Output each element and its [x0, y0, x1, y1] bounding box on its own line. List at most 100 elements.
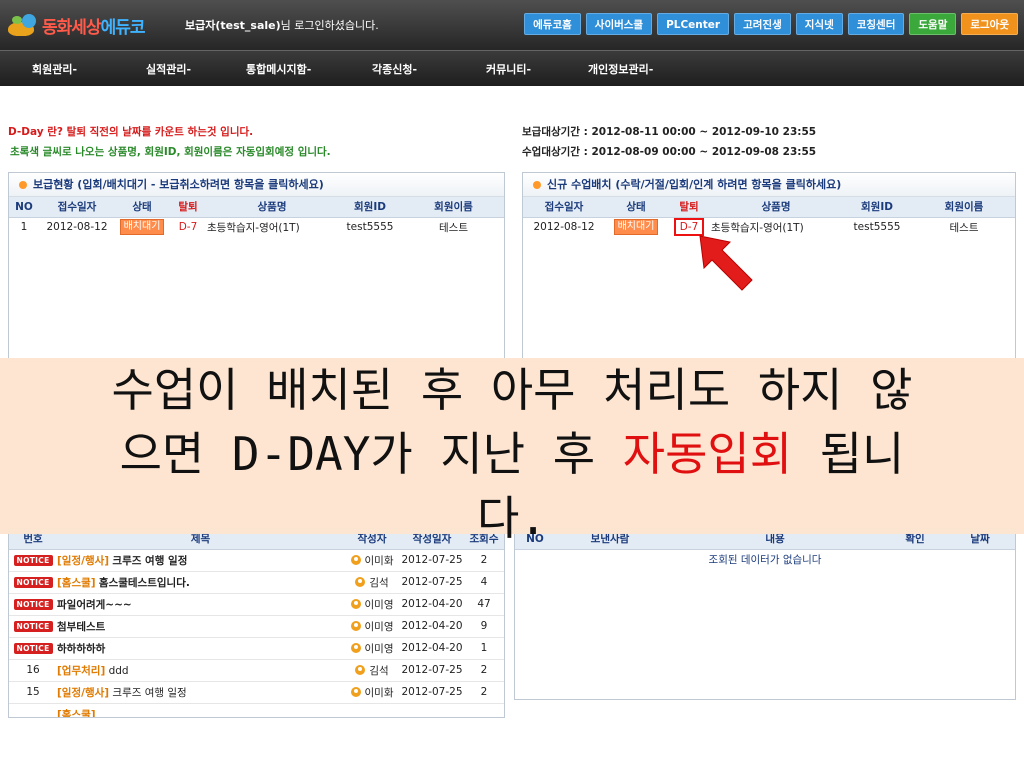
cell-no: [9, 703, 57, 717]
table-row[interactable]: NOTICE 첨부테스트 이미영 2012-04-20 9: [9, 615, 504, 638]
messages-panel: NO 보낸사람 내용 확인 날짜 조회된 데이터가 없습니다: [514, 528, 1016, 700]
col-date: 접수일자: [39, 197, 115, 218]
logo-text-a: 동화세상: [42, 17, 102, 38]
menu-messages[interactable]: 통합메시지함-: [246, 61, 311, 77]
cell-title: [홈스쿨]: [57, 703, 344, 718]
post-title[interactable]: 크루즈 여행 일정: [112, 555, 187, 567]
table-row[interactable]: [홈스쿨]: [9, 703, 504, 718]
table-row[interactable]: 1 2012-08-12 배치대기 D-7 초등학습지-영어(1T) test5…: [9, 217, 504, 237]
cell-product: 초등학습지-영어(1T): [207, 221, 300, 234]
person-icon: [350, 598, 361, 609]
table-row[interactable]: NOTICE 하하하하하 이미영 2012-04-20 1: [9, 637, 504, 660]
cell-title: [일정/행사] 크루즈 여행 일정: [57, 681, 344, 704]
menu-performance[interactable]: 실적관리-: [146, 61, 191, 77]
top-nav-button[interactable]: PLCenter: [657, 13, 730, 35]
supply-status-table: NO 접수일자 상태 탈퇴 상품명 회원ID 회원이름 1 2012-08-12…: [9, 197, 504, 237]
cell-member-name: 테스트: [949, 221, 979, 234]
cell-date: 2012-04-20: [400, 637, 464, 660]
page: 동화세상에듀코 보급자(test_sale)님 로그인하셨습니다. 에듀코홈 사이…: [0, 0, 1024, 768]
table-row[interactable]: NOTICE [홈스쿨] 홈스쿨테스트입니다. 김석 2012-07-25 4: [9, 571, 504, 594]
new-class-panel: 신규 수업배치 (수락/거절/입회/인계 하려면 항목을 클릭하세요) 접수일자…: [522, 172, 1016, 362]
cell-views: 2: [464, 549, 504, 572]
person-icon: [355, 576, 366, 587]
status-badge: 배치대기: [613, 219, 659, 236]
cell-no: NOTICE: [9, 571, 57, 594]
top-nav-button[interactable]: 사이버스쿨: [585, 13, 653, 35]
cell-date: 2012-07-25: [400, 549, 464, 572]
category-label: [홈스쿨]: [57, 708, 96, 718]
table-row[interactable]: NOTICE [일정/행사] 크루즈 여행 일정 이미화 2012-07-25 2: [9, 549, 504, 572]
author-name: 이미영: [364, 642, 394, 655]
cell-date: [400, 703, 464, 717]
supply-status-title-text: 보급현황 (입회/배치대기 - 보급취소하려면 항목을 클릭하세요): [33, 178, 324, 191]
supply-status-title: 보급현황 (입회/배치대기 - 보급취소하려면 항목을 클릭하세요): [9, 173, 504, 197]
caption-line-2: 으면 D-DAY가 지난 후 자동입회 됩니: [0, 422, 1024, 486]
top-nav-button[interactable]: 도움말: [909, 13, 957, 35]
cell-title: [홈스쿨] 홈스쿨테스트입니다.: [57, 571, 344, 594]
person-icon: [350, 620, 361, 631]
cell-author: 이미영: [344, 593, 400, 616]
post-title[interactable]: ddd: [109, 665, 129, 677]
empty-message: 조회된 데이터가 없습니다: [708, 553, 822, 566]
notice-badge: NOTICE: [13, 621, 53, 632]
top-nav-button[interactable]: 에듀코홈: [524, 13, 581, 35]
top-nav-button[interactable]: 코칭센터: [847, 13, 905, 35]
category-label: [일정/행사]: [57, 554, 110, 567]
cell-no: 15: [9, 681, 57, 704]
cell-author: 이미영: [344, 615, 400, 638]
author-name: 김석: [369, 664, 389, 677]
supply-status-panel: 보급현황 (입회/배치대기 - 보급취소하려면 항목을 클릭하세요) NO 접수…: [8, 172, 505, 362]
menu-applications[interactable]: 각종신청-: [372, 61, 417, 77]
table-row[interactable]: 2012-08-12 배치대기 D-7 초등학습지-영어(1T) test555…: [523, 217, 1015, 237]
table-row[interactable]: 16 [업무처리] ddd 김석 2012-07-25 2: [9, 659, 504, 682]
cell-title: [업무처리] ddd: [57, 659, 344, 682]
top-nav-button[interactable]: 고려진생: [734, 13, 791, 35]
notice-badge: NOTICE: [13, 555, 53, 566]
cell-member-id: test5555: [853, 221, 901, 234]
cell-views: 4: [464, 571, 504, 594]
logo-text-c: 코: [129, 17, 146, 38]
col-product: 상품명: [711, 197, 841, 218]
col-member-id: 회원ID: [337, 197, 403, 218]
caption-highlight: 자동입회: [622, 427, 793, 481]
table-row[interactable]: NOTICE 파일어려게~~~ 이미영 2012-04-20 47: [9, 593, 504, 616]
top-nav-button[interactable]: 로그아웃: [961, 13, 1018, 35]
col-no: NO: [9, 197, 39, 218]
post-title[interactable]: 파일어려게~~~: [57, 599, 132, 611]
col-member-name: 회원이름: [913, 197, 1015, 218]
cell-no: NOTICE: [9, 593, 57, 616]
post-title[interactable]: 하하하하하: [57, 643, 105, 655]
person-icon: [355, 664, 366, 675]
notice-board-table: 번호 제목 작성자 작성일자 조회수 NOTICE [일정/행사] 크루즈 여행 …: [9, 529, 504, 718]
category-label: [일정/행사]: [57, 686, 110, 699]
menu-community[interactable]: 커뮤니티-: [486, 61, 531, 77]
caption-text: 수업이 배치된 후 아무 처리도 하지 않 으면 D-DAY가 지난 후 자동입…: [0, 358, 1024, 550]
post-title[interactable]: 첨부테스트: [57, 621, 105, 633]
caption-line-3: 다.: [476, 491, 547, 545]
person-icon: [350, 642, 361, 653]
cell-author: [344, 703, 400, 717]
new-class-table: 접수일자 상태 탈퇴 상품명 회원ID 회원이름 2012-08-12 배치대기…: [523, 197, 1015, 237]
logo-text: 동화세상에듀코: [42, 13, 146, 38]
post-title[interactable]: 홈스쿨테스트입니다.: [99, 577, 190, 589]
menu-member[interactable]: 회원관리-: [32, 61, 77, 77]
author-name: 이미화: [364, 686, 394, 699]
col-withdraw: 탈퇴: [667, 197, 711, 218]
cell-no: 1: [20, 221, 28, 234]
top-header: 동화세상에듀코 보급자(test_sale)님 로그인하셨습니다. 에듀코홈 사이…: [0, 0, 1024, 50]
top-nav-button[interactable]: 지식넷: [795, 13, 843, 35]
login-suffix: 님 로그인하셨습니다.: [280, 19, 379, 32]
notice-badge: NOTICE: [13, 577, 53, 588]
top-nav: 에듀코홈 사이버스쿨 PLCenter 고려진생 지식넷 코칭센터 도움말 로그아웃: [524, 13, 1018, 35]
logo[interactable]: 동화세상에듀코: [8, 8, 146, 42]
new-class-title-text: 신규 수업배치 (수락/거절/입회/인계 하려면 항목을 클릭하세요): [547, 178, 842, 191]
cell-views: 1: [464, 637, 504, 660]
auto-join-notice: 초록색 글씨로 나오는 상품명, 회원ID, 회원이름은 자동입회예정 입니다.: [10, 146, 331, 158]
post-title[interactable]: 크루즈 여행 일정: [112, 687, 186, 699]
table-row[interactable]: 15 [일정/행사] 크루즈 여행 일정 이미화 2012-07-25 2: [9, 681, 504, 704]
menu-personal-info[interactable]: 개인정보관리-: [588, 61, 653, 77]
dday-notice: D-Day 란? 탈퇴 직전의 날짜를 카운트 하는것 입니다.: [8, 126, 254, 138]
cell-no: NOTICE: [9, 549, 57, 572]
cell-date: 2012-08-12: [46, 221, 108, 234]
cell-no: NOTICE: [9, 615, 57, 638]
